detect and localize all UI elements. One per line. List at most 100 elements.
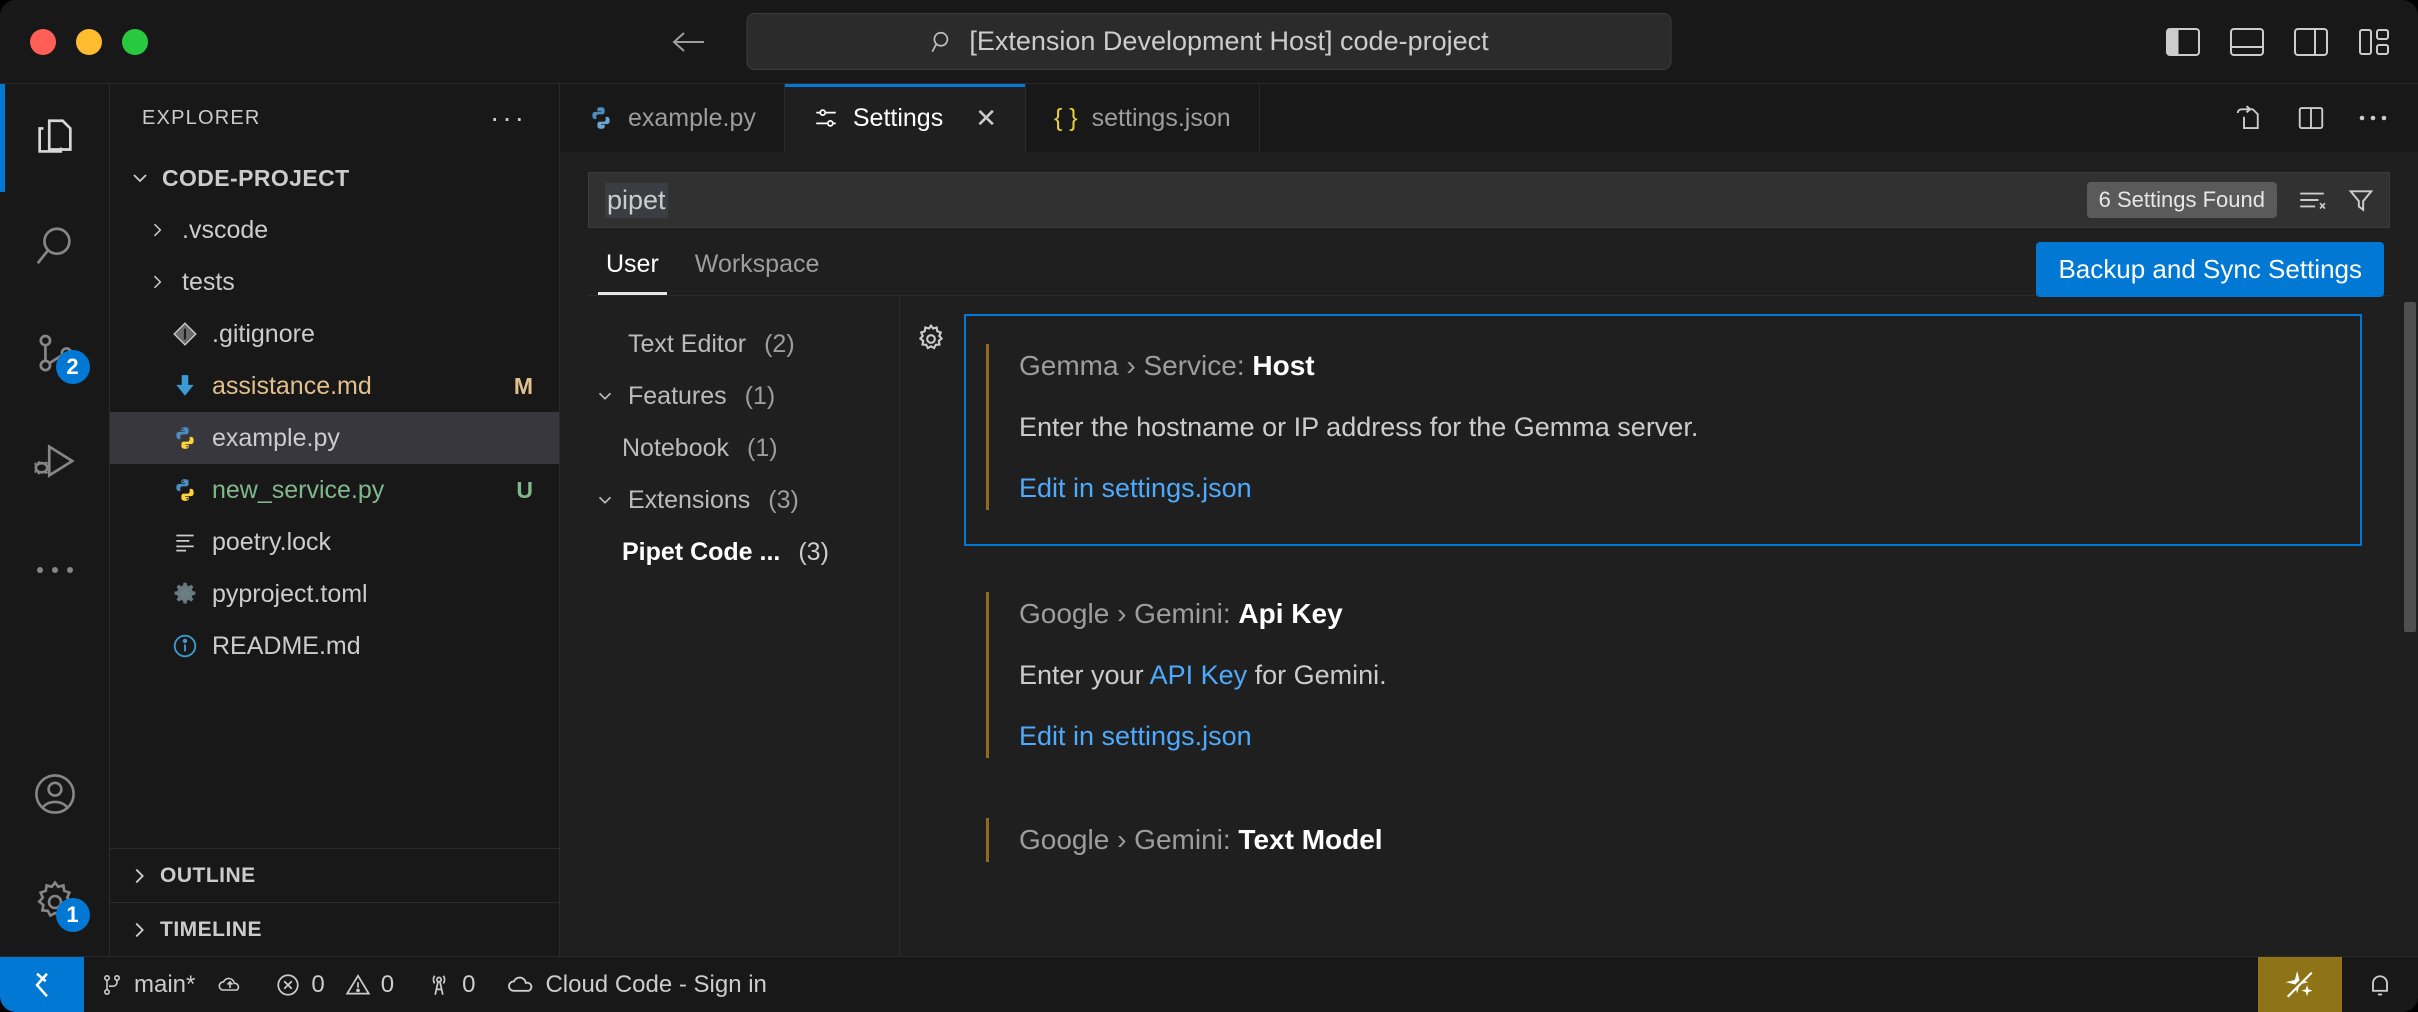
split-editor-right-icon[interactable]: [2296, 103, 2326, 133]
customize-layout-icon[interactable]: [2358, 28, 2392, 56]
back-arrow-icon[interactable]: [670, 28, 708, 56]
clear-filters-icon[interactable]: [2297, 187, 2327, 213]
toc-item-text-editor[interactable]: Text Editor (2): [560, 318, 899, 370]
sidebar-collapsed-sections: OUTLINE TIMELINE: [110, 848, 559, 956]
setting-item-google-gemini-text-model[interactable]: Google › Gemini: Text Model: [964, 804, 2362, 876]
activity-item-source-control[interactable]: 2: [0, 300, 110, 408]
sidebar-section-timeline[interactable]: TIMELINE: [110, 902, 559, 956]
activity-item-more-views[interactable]: [0, 516, 110, 624]
activity-item-manage[interactable]: 1: [0, 848, 110, 956]
tab-settings[interactable]: Settings ✕: [785, 84, 1026, 152]
toc-label: Features: [628, 382, 727, 411]
sidebar-more-actions-icon[interactable]: ···: [490, 113, 527, 123]
tree-item-readme-md[interactable]: README.md: [110, 620, 559, 672]
json-icon: { }: [1054, 104, 1078, 133]
toc-item-extensions[interactable]: Extensions (3): [560, 474, 899, 526]
edit-in-settings-json-link[interactable]: Edit in settings.json: [1019, 473, 1252, 503]
activity-item-accounts[interactable]: [0, 740, 110, 848]
setting-description-text: Enter your: [1019, 660, 1150, 690]
tab-label: Settings: [853, 104, 943, 133]
title-bar: [Extension Development Host] code-projec…: [0, 0, 2418, 84]
setting-description-text: Enter the hostname or IP address for the…: [1019, 412, 1698, 442]
chevron-down-icon: [590, 385, 620, 407]
tree-item-tests[interactable]: tests: [110, 256, 559, 308]
sidebar-section-outline[interactable]: OUTLINE: [110, 848, 559, 902]
status-problems[interactable]: 0 0: [259, 957, 410, 1012]
python-icon: [588, 105, 614, 131]
setting-description: Enter your API Key for Gemini.: [1019, 660, 2362, 691]
setting-item-google-gemini-api-key[interactable]: Google › Gemini: Api Key Enter your API …: [964, 578, 2362, 772]
git-status-badge: M: [514, 373, 533, 400]
api-key-link[interactable]: API Key: [1150, 660, 1248, 690]
setting-title: Google › Gemini: Api Key: [1019, 598, 2362, 630]
tree-item-assistance-md[interactable]: assistance.md M: [110, 360, 559, 412]
tab-settings-json[interactable]: { } settings.json: [1026, 84, 1260, 152]
settings-scrollbar[interactable]: [2402, 296, 2418, 956]
activity-item-run-and-debug[interactable]: [0, 408, 110, 516]
sync-cloud-icon[interactable]: [217, 973, 243, 997]
tab-label: settings.json: [1092, 104, 1231, 133]
tree-item-gitignore[interactable]: .gitignore: [110, 308, 559, 360]
editor-group: example.py Settings ✕ { } set: [560, 84, 2418, 956]
settings-search-actions: 6 Settings Found: [2087, 182, 2375, 218]
more-actions-icon[interactable]: [2358, 113, 2388, 123]
settings-scrollbar-thumb[interactable]: [2404, 302, 2416, 632]
tree-item-vscode[interactable]: .vscode: [110, 204, 559, 256]
toggle-secondary-sidebar-icon[interactable]: [2294, 28, 2328, 56]
status-remote-host[interactable]: [0, 957, 84, 1012]
status-ports[interactable]: 0: [410, 957, 491, 1012]
close-icon[interactable]: ✕: [975, 103, 997, 134]
minimize-window-button[interactable]: [76, 29, 102, 55]
toc-item-notebook[interactable]: Notebook (1): [560, 422, 899, 474]
sidebar-section-label: OUTLINE: [160, 864, 256, 888]
tree-item-poetry-lock[interactable]: poetry.lock: [110, 516, 559, 568]
settings-search-input[interactable]: pipet 6 Settings Found: [588, 172, 2390, 228]
activity-bar: 2: [0, 84, 110, 956]
status-notifications[interactable]: [2342, 957, 2418, 1012]
toggle-primary-sidebar-icon[interactable]: [2166, 28, 2200, 56]
setting-title: Google › Gemini: Text Model: [1019, 824, 2362, 856]
chevron-right-icon: [144, 220, 170, 240]
status-branch[interactable]: main*: [84, 957, 259, 1012]
explorer-sidebar: EXPLORER ··· CODE-PROJECT .vscode te: [110, 84, 560, 956]
activity-item-explorer[interactable]: [0, 84, 110, 192]
close-window-button[interactable]: [30, 29, 56, 55]
toggle-panel-icon[interactable]: [2230, 28, 2264, 56]
python-icon: [170, 477, 200, 503]
tree-item-label: assistance.md: [212, 372, 372, 401]
setting-item-content: Google › Gemini: Api Key Enter your API …: [986, 592, 2362, 758]
setting-key: Host: [1252, 350, 1314, 381]
gear-icon[interactable]: [914, 322, 948, 356]
run-debug-icon: [32, 439, 78, 485]
folder-root-code-project[interactable]: CODE-PROJECT: [110, 152, 559, 204]
copilot-disabled-icon: [2283, 968, 2317, 1002]
edit-in-settings-json-link[interactable]: Edit in settings.json: [1019, 721, 1252, 751]
tab-user-settings[interactable]: User: [588, 250, 677, 295]
filter-icon[interactable]: [2347, 187, 2375, 213]
ports-count: 0: [462, 971, 475, 999]
tab-workspace-settings[interactable]: Workspace: [677, 250, 838, 295]
window-title: [Extension Development Host] code-projec…: [969, 26, 1488, 57]
command-center[interactable]: [Extension Development Host] code-projec…: [747, 13, 1672, 70]
card-spacer: [900, 772, 2418, 804]
search-icon: [32, 223, 78, 269]
maximize-window-button[interactable]: [122, 29, 148, 55]
tree-item-new-service-py[interactable]: new_service.py U: [110, 464, 559, 516]
status-cloud-code[interactable]: Cloud Code - Sign in: [491, 957, 782, 1012]
settings-scope-tabs: User Workspace Backup and Sync Settings: [560, 228, 2418, 295]
tab-example-py[interactable]: example.py: [560, 84, 785, 152]
toc-item-pipet-code[interactable]: Pipet Code ... (3): [560, 526, 899, 578]
tree-item-example-py[interactable]: example.py: [110, 412, 559, 464]
setting-item-gemma-service-host[interactable]: Gemma › Service: Host Enter the hostname…: [964, 314, 2362, 546]
activity-item-search[interactable]: [0, 192, 110, 300]
split-editor-and-open-icon[interactable]: [2234, 103, 2264, 133]
setting-category: Google › Gemini:: [1019, 824, 1238, 855]
status-branch-label: main*: [134, 971, 195, 999]
chevron-right-icon: [128, 919, 150, 941]
backup-and-sync-settings-button[interactable]: Backup and Sync Settings: [2036, 242, 2384, 297]
toc-item-features[interactable]: Features (1): [560, 370, 899, 422]
status-copilot[interactable]: [2258, 957, 2342, 1012]
tree-item-pyproject-toml[interactable]: pyproject.toml: [110, 568, 559, 620]
toc-label: Notebook: [622, 434, 729, 463]
files-icon: [32, 115, 78, 161]
